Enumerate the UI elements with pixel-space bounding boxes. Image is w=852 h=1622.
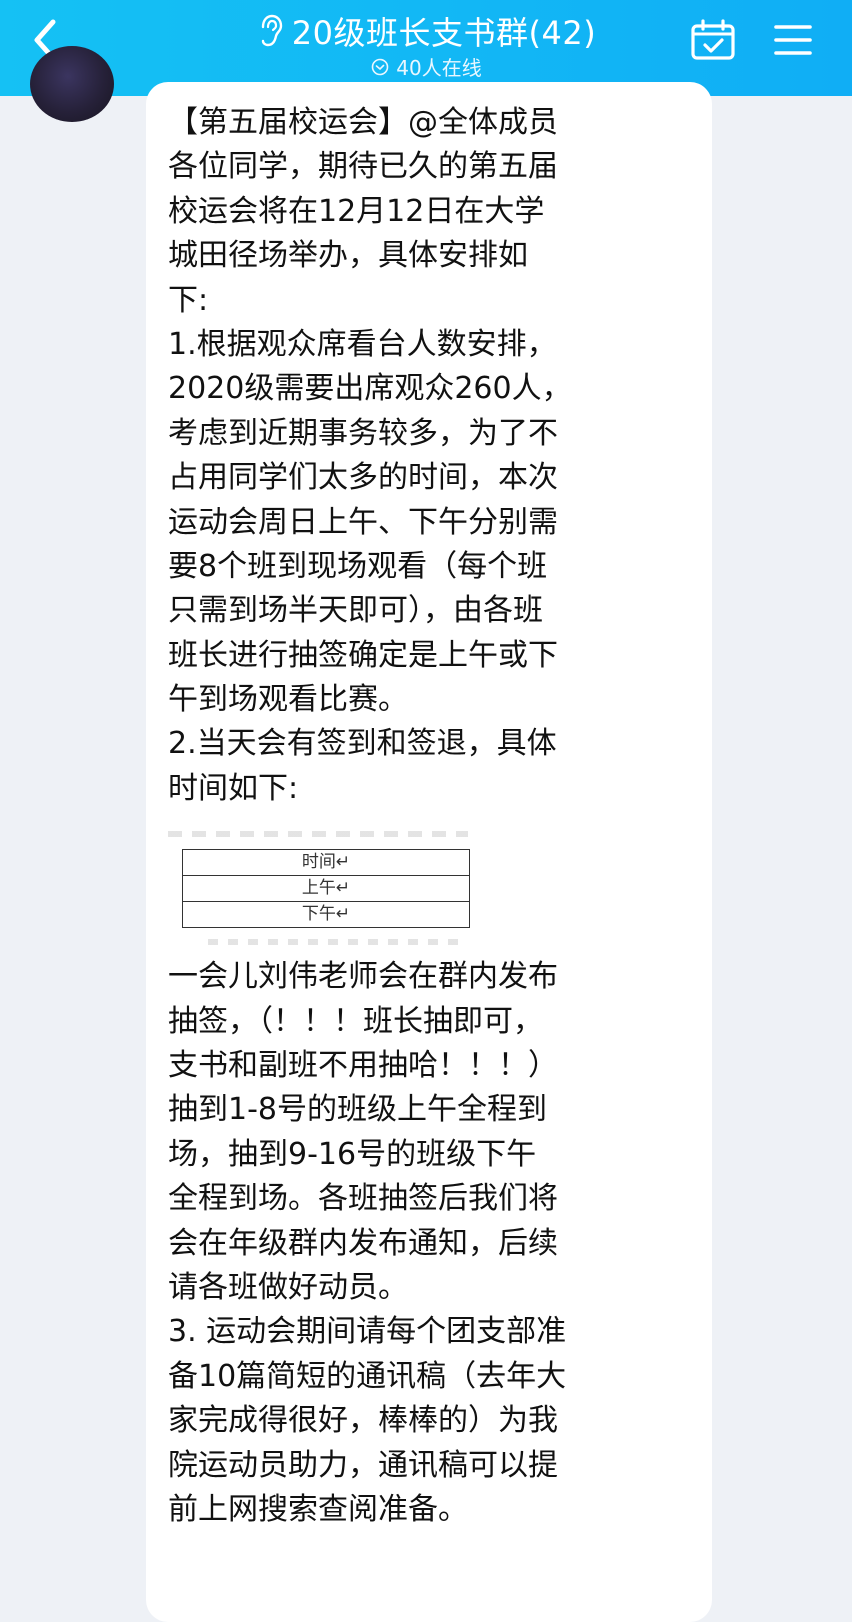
message-line: 占用同学们太多的时间，本次 <box>168 460 558 496</box>
avatar[interactable] <box>30 46 114 122</box>
calendar-button[interactable] <box>688 18 738 66</box>
table-row: 下午↵ <box>182 901 470 929</box>
message-line: 院运动员助力，通讯稿可以提 <box>168 1447 558 1483</box>
message-line: 备10篇简短的通讯稿（去年大 <box>168 1358 567 1394</box>
table-row: 上午↵ <box>182 875 470 903</box>
message-line: 下: <box>168 282 209 318</box>
table-cell: 时间↵ <box>182 849 470 877</box>
scan-artifact <box>168 831 468 838</box>
message-line: 午到场观看比赛。 <box>168 682 408 718</box>
hamburger-menu-icon <box>773 22 813 62</box>
message-line: 前上网搜索查阅准备。 <box>168 1491 468 1527</box>
message-line: 3. 运动会期间请每个团支部准 <box>168 1314 567 1350</box>
table-cell: 下午↵ <box>182 901 470 929</box>
message-line: 班长进行抽签确定是上午或下 <box>168 637 558 673</box>
table-row: 时间↵ <box>182 849 470 877</box>
calendar-check-icon <box>690 18 736 66</box>
message-line: 场，抽到9-16号的班级下午 <box>168 1136 537 1172</box>
message-line: 家完成得很好，棒棒的）为我 <box>168 1403 558 1439</box>
message-line: 支书和副班不用抽哈！！！） <box>168 1048 558 1084</box>
message-line: 1.根据观众席看台人数安排， <box>168 326 557 362</box>
message-line: 2.当天会有签到和签退，具体 <box>168 726 557 762</box>
ear-icon <box>256 14 286 48</box>
schedule-table: 时间↵ 上午↵ 下午↵ <box>182 849 470 929</box>
message-line: 一会儿刘伟老师会在群内发布 <box>168 959 558 995</box>
more-menu-button[interactable] <box>768 18 818 66</box>
check-circle-icon <box>370 57 390 77</box>
chat-title: 20级班长支书群(42) <box>291 14 597 52</box>
message-line: 要8个班到现场观看（每个班 <box>168 548 548 584</box>
message-line: 请各班做好动员。 <box>168 1269 408 1305</box>
message-line: 各位同学，期待已久的第五届 <box>168 149 558 185</box>
message-line: 运动会周日上午、下午分别需 <box>168 504 558 540</box>
message-text: 【第五届校运会】@全体成员 各位同学，期待已久的第五届 校运会将在12月12日在… <box>168 101 708 1532</box>
message-line: 【第五届校运会】@全体成员 <box>168 105 558 140</box>
message-line: 考虑到近期事务较多，为了不 <box>168 415 558 451</box>
message-line: 只需到场半天即可），由各班 <box>168 593 543 629</box>
message-line: 时间如下: <box>168 770 299 806</box>
message-line: 2020级需要出席观众260人， <box>168 371 572 407</box>
table-cell: 上午↵ <box>182 875 470 903</box>
scan-artifact <box>208 939 458 946</box>
message-line: 全程到场。各班抽签后我们将 <box>168 1181 558 1217</box>
online-count: 40人在线 <box>396 56 482 80</box>
embedded-table-image[interactable]: 时间↵ 上午↵ 下午↵ <box>168 821 488 953</box>
message-line: 抽签，（！！！班长抽即可， <box>168 1003 543 1039</box>
message-line: 校运会将在12月12日在大学 <box>168 193 545 229</box>
message-line: 抽到1-8号的班级上午全程到 <box>168 1092 547 1128</box>
message-line: 会在年级群内发布通知，后续 <box>168 1225 558 1261</box>
message-line: 城田径场举办，具体安排如 <box>168 238 528 274</box>
